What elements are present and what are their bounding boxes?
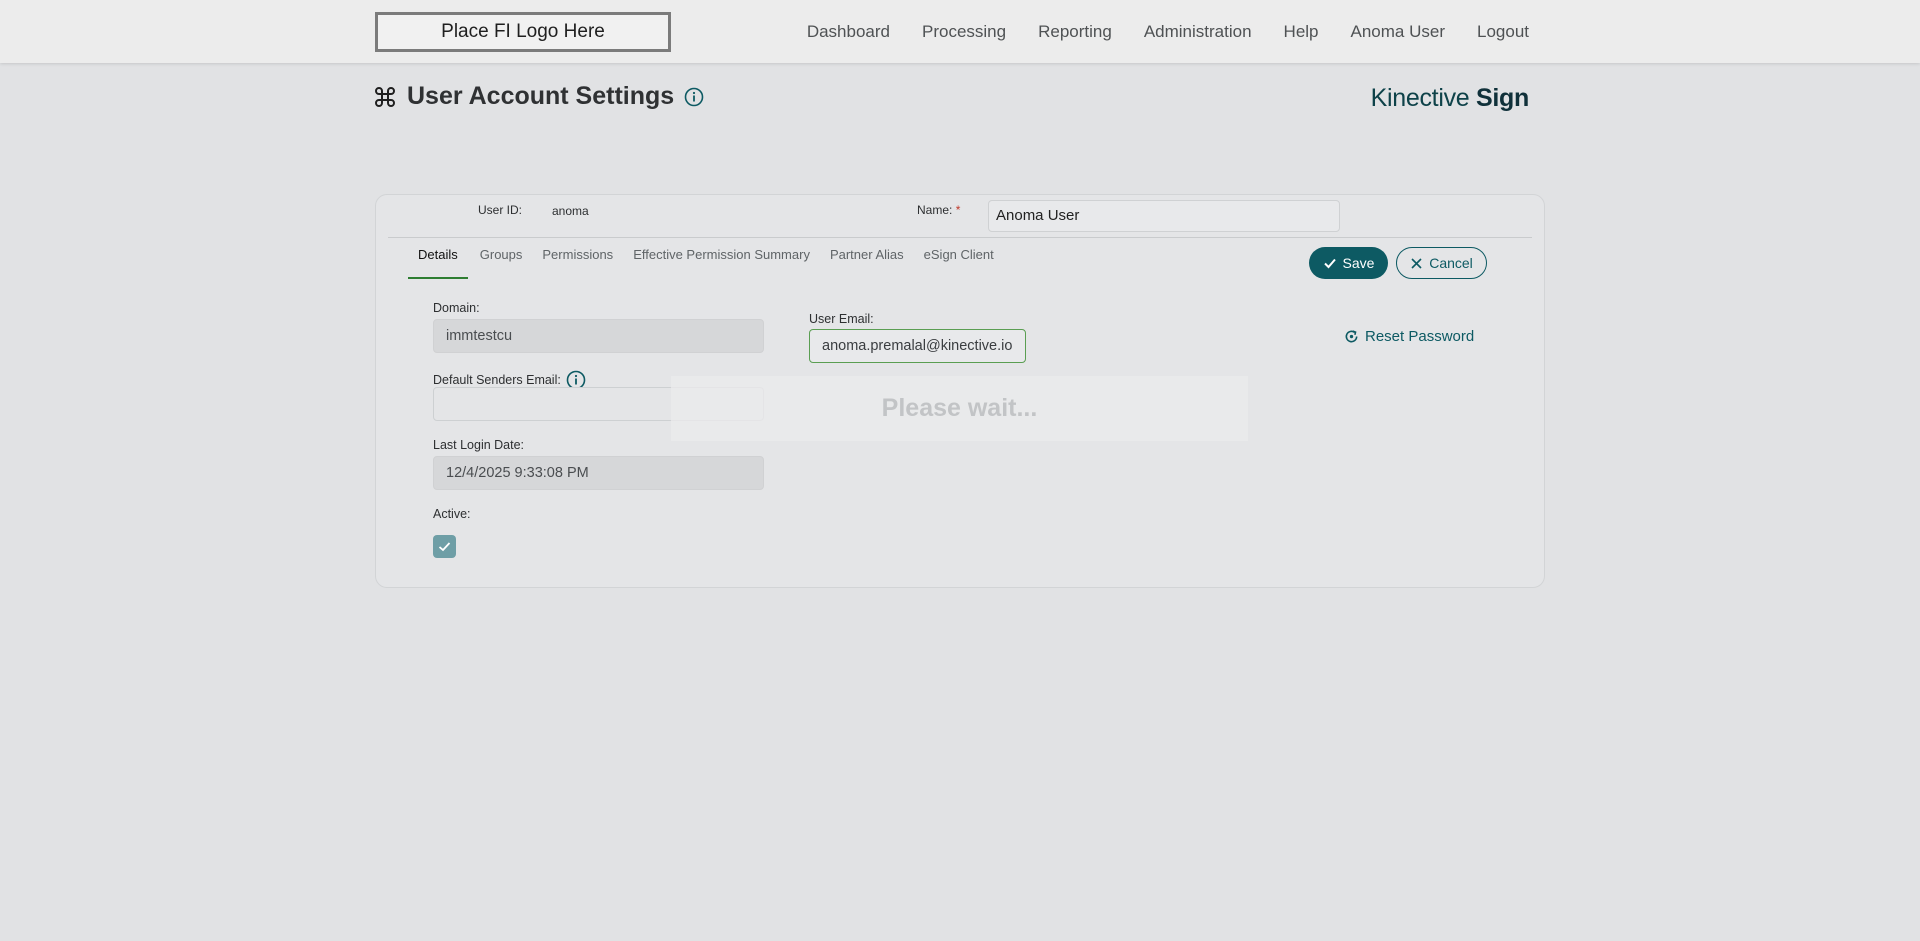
loading-overlay: Please wait... (671, 376, 1248, 441)
save-button[interactable]: Save (1309, 247, 1388, 279)
required-indicator: * (955, 203, 961, 217)
user-email-input[interactable]: anoma.premalal@kinective.io (809, 329, 1026, 363)
nav-help[interactable]: Help (1284, 22, 1319, 42)
nav-reporting[interactable]: Reporting (1038, 22, 1112, 42)
tab-bar: Details Groups Permissions Effective Per… (408, 245, 1004, 279)
nav-logout[interactable]: Logout (1477, 22, 1529, 42)
tab-details[interactable]: Details (408, 245, 468, 279)
tab-groups[interactable]: Groups (468, 245, 533, 279)
active-label: Active: (433, 507, 471, 521)
reset-icon (1345, 330, 1358, 343)
last-login-label: Last Login Date: (433, 438, 525, 452)
page-title: User Account Settings (407, 82, 675, 110)
user-id-value: anoma (552, 204, 589, 218)
tab-effective-permission-summary[interactable]: Effective Permission Summary (623, 245, 820, 279)
header-divider (388, 237, 1532, 238)
user-email-label: User Email: (809, 312, 874, 326)
domain-field: immtestcu (433, 319, 764, 353)
tab-esign-client[interactable]: eSign Client (914, 245, 1004, 279)
main-nav: Dashboard Processing Reporting Administr… (775, 22, 1529, 42)
command-icon (375, 86, 395, 107)
close-icon (1411, 257, 1422, 269)
nav-user-menu[interactable]: Anoma User (1351, 22, 1445, 42)
domain-label: Domain: (433, 301, 480, 315)
tab-permissions[interactable]: Permissions (532, 245, 623, 279)
name-input[interactable]: Anoma User (988, 200, 1340, 232)
last-login-field: 12/4/2025 9:33:08 PM (433, 456, 764, 490)
check-icon (1323, 258, 1336, 269)
cancel-button[interactable]: Cancel (1396, 247, 1487, 279)
page-header: User Account Settings (375, 82, 704, 111)
nav-administration[interactable]: Administration (1144, 22, 1252, 42)
nav-dashboard[interactable]: Dashboard (807, 22, 890, 42)
nav-processing[interactable]: Processing (922, 22, 1006, 42)
user-id-label: User ID: (478, 203, 523, 217)
active-checkbox[interactable] (433, 535, 456, 558)
logo-text: Place FI Logo Here (441, 21, 605, 42)
info-icon[interactable] (684, 87, 704, 107)
reset-password-link[interactable]: Reset Password (1344, 328, 1474, 345)
name-label: Name: * (917, 203, 961, 217)
loading-message: Please wait... (881, 394, 1038, 422)
tab-partner-alias[interactable]: Partner Alias (820, 245, 914, 279)
checkmark-icon (438, 542, 451, 552)
brand-logo: Kinective Sign (1370, 84, 1530, 112)
fi-logo-placeholder[interactable]: Place FI Logo Here (375, 12, 671, 52)
top-navigation-bar: Place FI Logo Here Dashboard Processing … (0, 0, 1920, 63)
